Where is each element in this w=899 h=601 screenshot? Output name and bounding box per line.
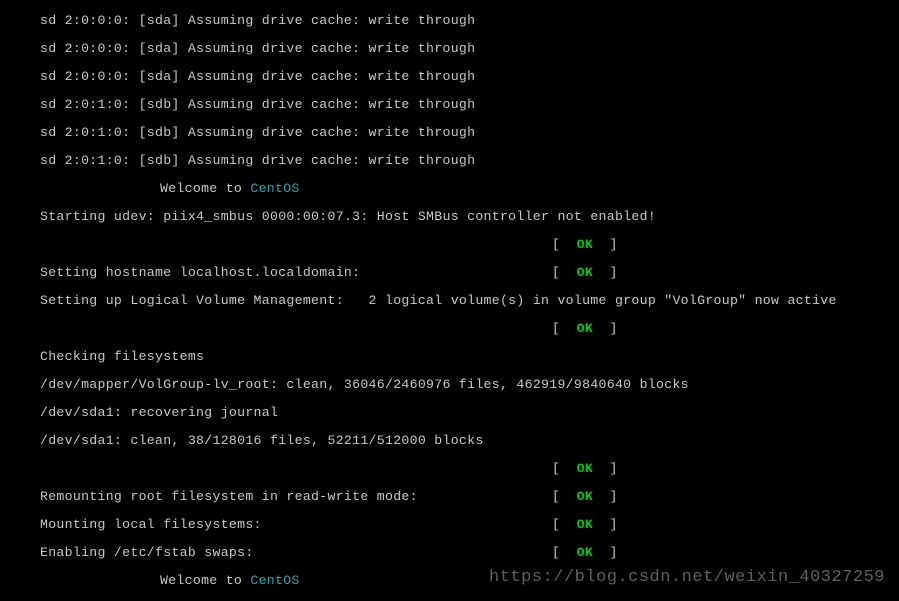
ok-status: OK	[577, 545, 593, 560]
ok-status: OK	[577, 321, 593, 336]
boot-line: sd 2:0:0:0: [sda] Assuming drive cache: …	[40, 70, 899, 84]
fstab-line: Enabling /etc/fstab swaps: [ OK ]	[40, 546, 899, 560]
boot-line: sd 2:0:1:0: [sdb] Assuming drive cache: …	[40, 126, 899, 140]
watermark-url: https://blog.csdn.net/weixin_40327259	[489, 571, 885, 585]
status-line: [ OK ]	[40, 462, 899, 476]
udev-line: Starting udev: piix4_smbus 0000:00:07.3:…	[40, 210, 899, 224]
distro-name: CentOS	[250, 573, 299, 588]
remount-line: Remounting root filesystem in read-write…	[40, 490, 899, 504]
distro-name: CentOS	[250, 181, 299, 196]
sda1-line: /dev/sda1: clean, 38/128016 files, 52211…	[40, 434, 899, 448]
ok-status: OK	[577, 237, 593, 252]
status-line: [ OK ]	[40, 238, 899, 252]
recover-line: /dev/sda1: recovering journal	[40, 406, 899, 420]
status-line: [ OK ]	[40, 322, 899, 336]
lvroot-line: /dev/mapper/VolGroup-lv_root: clean, 360…	[40, 378, 899, 392]
terminal-output: sd 2:0:0:0: [sda] Assuming drive cache: …	[0, 0, 899, 601]
ok-status: OK	[577, 489, 593, 504]
lvm-line: Setting up Logical Volume Management: 2 …	[40, 294, 899, 308]
ok-status: OK	[577, 461, 593, 476]
boot-line: sd 2:0:0:0: [sda] Assuming drive cache: …	[40, 14, 899, 28]
boot-line: sd 2:0:1:0: [sdb] Assuming drive cache: …	[40, 98, 899, 112]
chkfs-line: Checking filesystems	[40, 350, 899, 364]
welcome-prefix: Welcome to	[160, 181, 250, 196]
mount-line: Mounting local filesystems: [ OK ]	[40, 518, 899, 532]
welcome-prefix: Welcome to	[160, 573, 250, 588]
boot-line: sd 2:0:0:0: [sda] Assuming drive cache: …	[40, 42, 899, 56]
ok-status: OK	[577, 265, 593, 280]
boot-line: sd 2:0:1:0: [sdb] Assuming drive cache: …	[40, 154, 899, 168]
hostname-line: Setting hostname localhost.localdomain: …	[40, 266, 899, 280]
ok-status: OK	[577, 517, 593, 532]
welcome-line: Welcome to CentOS	[40, 182, 899, 196]
